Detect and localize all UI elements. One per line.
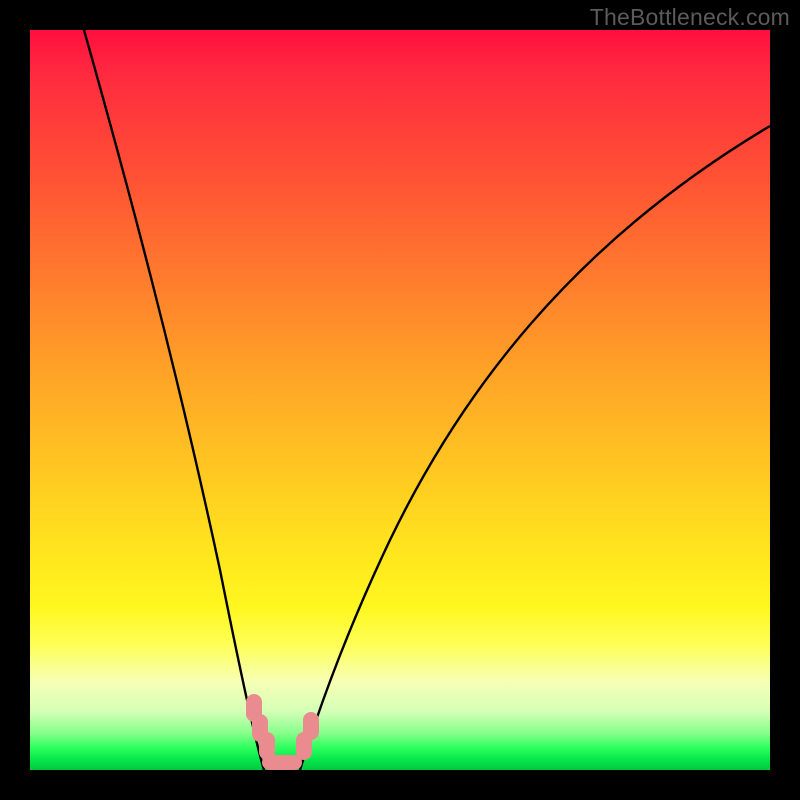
- plot-area: [30, 30, 770, 770]
- chart-container: TheBottleneck.com: [0, 0, 800, 800]
- marker: [303, 712, 319, 740]
- marker-layer: [30, 30, 770, 770]
- marker-bottom: [262, 755, 302, 770]
- watermark-text: TheBottleneck.com: [590, 4, 790, 31]
